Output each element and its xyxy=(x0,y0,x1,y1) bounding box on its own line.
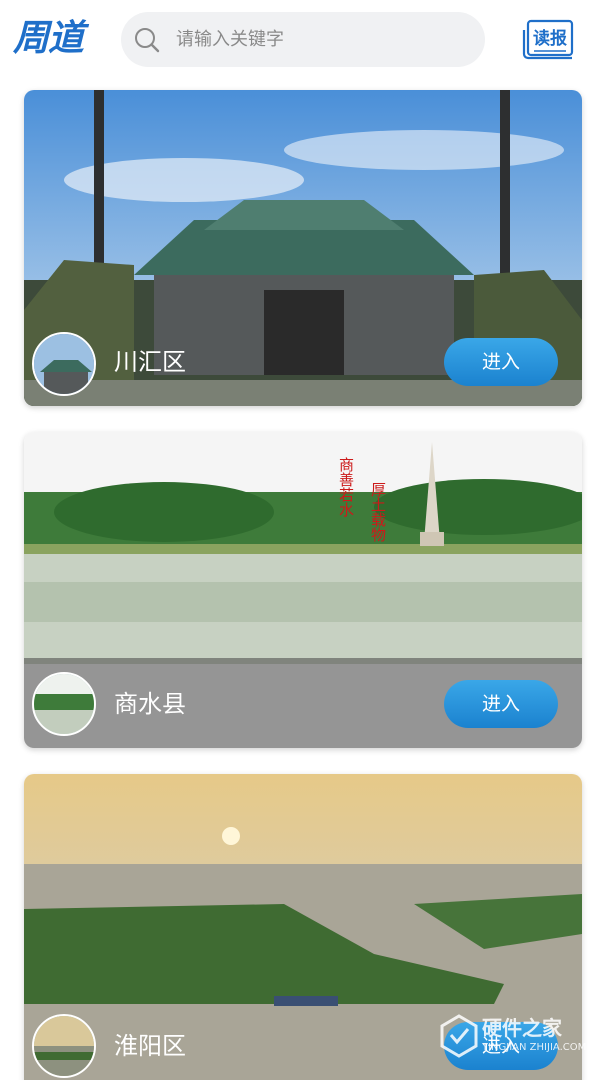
newspaper-button[interactable]: 读报 xyxy=(522,18,578,60)
district-name: 川汇区 xyxy=(114,348,186,376)
logo-text: 周道 xyxy=(13,18,84,59)
news-label: 读报 xyxy=(533,28,567,49)
watermark: 硬件之家 YINGJIAN ZHIJIA.COM xyxy=(438,1010,598,1066)
district-avatar xyxy=(32,1014,96,1078)
watermark-logo-icon xyxy=(440,1014,478,1058)
district-avatar xyxy=(32,332,96,396)
enter-button[interactable]: 进入 xyxy=(444,338,558,386)
search-icon xyxy=(135,28,160,53)
district-card[interactable]: 川汇区 进入 xyxy=(24,90,582,406)
sign-right: 厚土载物 xyxy=(369,482,387,543)
district-name: 淮阳区 xyxy=(114,1032,186,1060)
search-placeholder: 请输入关键字 xyxy=(176,29,284,50)
app-header: 周道 请输入关键字 读报 xyxy=(0,0,607,80)
enter-button[interactable]: 进入 xyxy=(444,680,558,728)
district-card[interactable]: 商善若水 厚土载物 商水县 进入 xyxy=(24,432,582,748)
search-bar[interactable]: 请输入关键字 xyxy=(121,12,485,67)
district-avatar xyxy=(32,672,96,736)
watermark-url: YINGJIAN ZHIJIA.COM xyxy=(482,1042,587,1053)
app-logo[interactable]: 周道 xyxy=(13,16,103,62)
sign-left: 商善若水 xyxy=(337,457,355,517)
watermark-text: 硬件之家 xyxy=(482,1016,562,1040)
district-name: 商水县 xyxy=(114,690,186,718)
